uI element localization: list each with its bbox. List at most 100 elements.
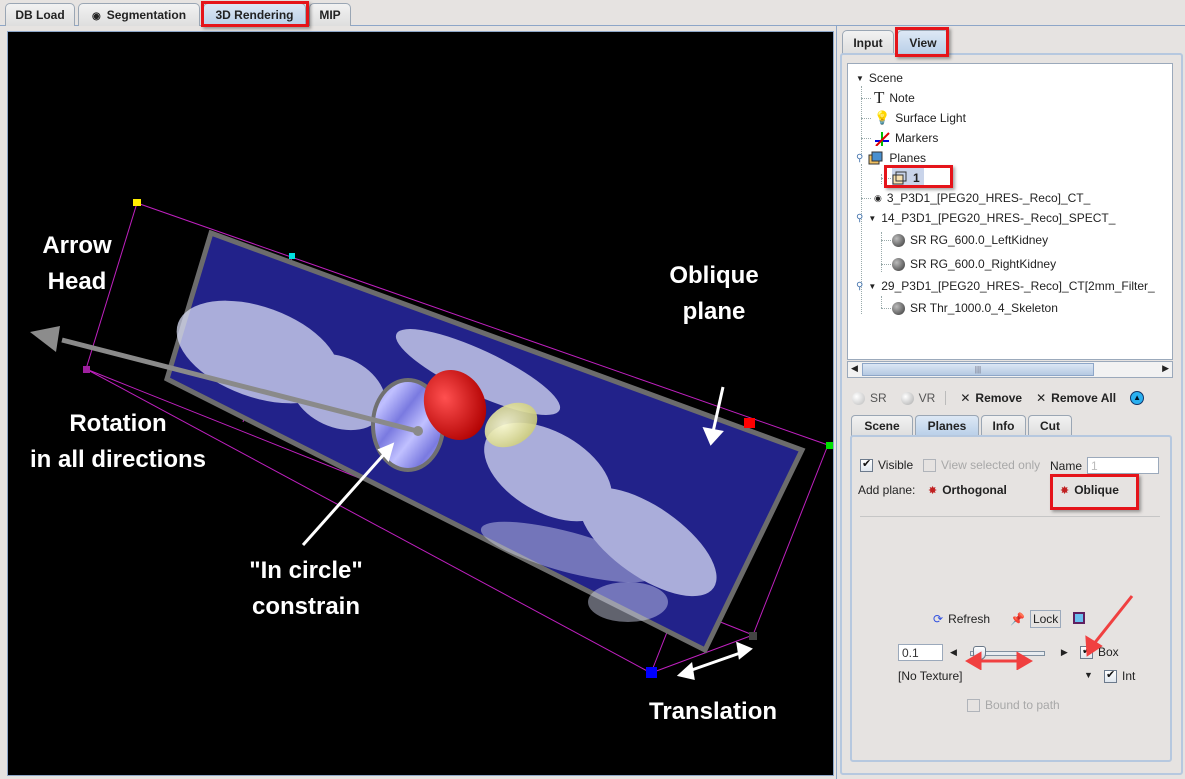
checkbox-label: Visible [878,458,914,472]
expand-handle-icon[interactable]: ⚲ [856,213,863,224]
axes-markers-icon [875,132,890,146]
tab-label: Input [853,36,883,50]
tab-label: MIP [319,8,341,22]
expand-triangle-icon[interactable]: ▼ [868,214,876,223]
sr-sphere-icon [852,391,865,405]
tab-label: Segmentation [106,8,187,22]
tab-scene[interactable]: Scene [851,415,913,436]
tree-node-ct-filter[interactable]: ⚲ ▼ 29_P3D1_[PEG20_HRES-_Reco]_CT[2mm_Fi… [856,276,1155,296]
tree-node-markers[interactable]: Markers [874,128,938,148]
remove-all-icon: ✕ [1036,391,1047,405]
handle-red[interactable] [744,418,755,428]
close-icon: ✕ [960,391,971,405]
handle-blue[interactable] [646,667,657,678]
tree-node-scene[interactable]: ▼ Scene [856,68,903,88]
scroll-thumb[interactable]: ||| [862,363,1094,376]
annotation-rotation: Rotation in all directions [29,410,207,473]
tab-info[interactable]: Info [981,415,1026,436]
tree-horizontal-scrollbar[interactable]: ◀ ||| ▶ [847,361,1173,378]
add-plane-label: Add plane: [858,483,916,497]
expand-handle-icon[interactable]: ⚲ [856,281,863,292]
vr-sphere-icon [900,391,914,405]
name-label: Name [1050,458,1083,473]
tab-db-load[interactable]: DB Load [5,3,75,26]
tab-planes[interactable]: Planes [915,415,979,436]
tab-segmentation[interactable]: ◉ Segmentation [78,3,200,26]
tree-node-spect[interactable]: ⚲ ▼ 14_P3D1_[PEG20_HRES-_Reco]_SPECT_ [856,208,1115,228]
checkbox-box[interactable] [923,458,936,472]
scene-render[interactable] [8,32,834,776]
int-checkbox[interactable]: Int [1104,668,1135,683]
handle-cyan[interactable] [289,253,295,259]
name-input[interactable]: 1 [1087,457,1160,474]
scroll-left-icon[interactable]: ◀ [851,363,858,374]
arrow-head[interactable] [30,326,60,352]
handle-yellow[interactable] [133,199,141,206]
tree-node-skeleton[interactable]: SR Thr_1000.0_4_Skeleton [892,298,1058,318]
tab-label: Planes [927,419,967,433]
expand-triangle-icon[interactable]: ▼ [856,74,864,83]
checkbox-label: View selected only [941,458,1041,472]
expand-triangle-icon[interactable]: ▼ [868,282,876,291]
bound-to-path-checkbox[interactable]: Bound to path [967,698,1060,712]
tab-mip[interactable]: MIP [309,3,351,26]
divider [860,516,1160,517]
tab-cut[interactable]: Cut [1028,415,1072,436]
tab-label: Info [992,419,1015,433]
sparkle-plane-icon: ✸ [928,484,938,497]
button-label: SR [870,391,887,405]
button-label: Orthogonal [942,483,1007,497]
view-selected-only-checkbox[interactable]: View selected only [923,458,1040,472]
button-label: Remove All [1051,391,1117,405]
remove-all-button[interactable]: ✕ Remove All [1036,391,1116,405]
lightbulb-icon: 💡 [874,110,891,125]
sr-button[interactable]: SR [852,391,887,405]
step-decrease-icon[interactable]: ◀ [950,647,957,658]
target-icon: ◉ [874,192,882,203]
tab-label: Scene [864,419,900,433]
annotation-oblique-plane: Oblique plane [669,262,759,325]
main-tab-bar: DB Load ◉ Segmentation 3D Rendering MIP [0,0,1185,26]
button-label: VR [918,391,936,405]
visible-checkbox[interactable]: Visible [860,457,914,472]
add-orthogonal-button[interactable]: ✸ Orthogonal [928,483,1007,497]
tree-node-left-kidney[interactable]: SR RG_600.0_LeftKidney [892,230,1048,250]
tree-node-note[interactable]: T Note [874,88,915,108]
tree-node-surface-light[interactable]: 💡 Surface Light [874,108,966,128]
annotation-arrow-head: Arrow Head [42,232,112,295]
collapse-up-icon[interactable]: ▲ [1130,391,1145,405]
texture-dropdown-icon[interactable]: ▼ [1084,670,1093,680]
vr-button[interactable]: VR [900,391,947,405]
red-annotation-arrows [965,595,1134,670]
tree-node-ct[interactable]: ◉ 3_P3D1_[PEG20_HRES-_Reco]_CT_ [874,188,1090,208]
planes-cube-icon [868,151,883,165]
handle-gray[interactable] [749,632,757,640]
scroll-right-icon[interactable]: ▶ [1162,363,1169,374]
name-field-group: Name 1 [1050,457,1160,474]
checkbox-box[interactable] [860,457,873,472]
checkbox-box[interactable] [1104,668,1117,683]
expand-handle-icon[interactable]: ⚲ [856,153,863,164]
checkbox-box[interactable] [967,698,980,712]
tab-input[interactable]: Input [842,30,894,54]
annotation-in-circle: "In circle" constrain [249,557,363,620]
step-input[interactable]: 0.1 [898,644,943,661]
highlight-oblique [1050,474,1139,510]
add-plane-row: Add plane: [858,483,915,497]
highlight-3d-rendering [201,1,309,27]
scene-tree[interactable]: ▼ Scene T Note 💡 Surface Light Markers ⚲… [847,63,1173,360]
tree-node-right-kidney[interactable]: SR RG_600.0_RightKidney [892,254,1056,274]
tab-label: Cut [1040,419,1060,433]
node-label: Surface Light [895,111,966,125]
arrow-pivot [413,426,423,436]
node-label: SR RG_600.0_LeftKidney [910,233,1049,247]
node-label: 14_P3D1_[PEG20_HRES-_Reco]_SPECT_ [881,211,1116,225]
handle-magenta[interactable] [83,366,90,373]
texture-label: [No Texture] [898,669,963,683]
handle-green[interactable] [826,442,833,449]
surface-sphere-icon [892,233,905,247]
node-label: SR Thr_1000.0_4_Skeleton [910,301,1058,315]
3d-viewport[interactable]: Arrow Head Oblique plane Rotation in all… [7,31,834,776]
annotation-translation: Translation [648,698,778,725]
remove-button[interactable]: ✕ Remove [960,391,1022,405]
